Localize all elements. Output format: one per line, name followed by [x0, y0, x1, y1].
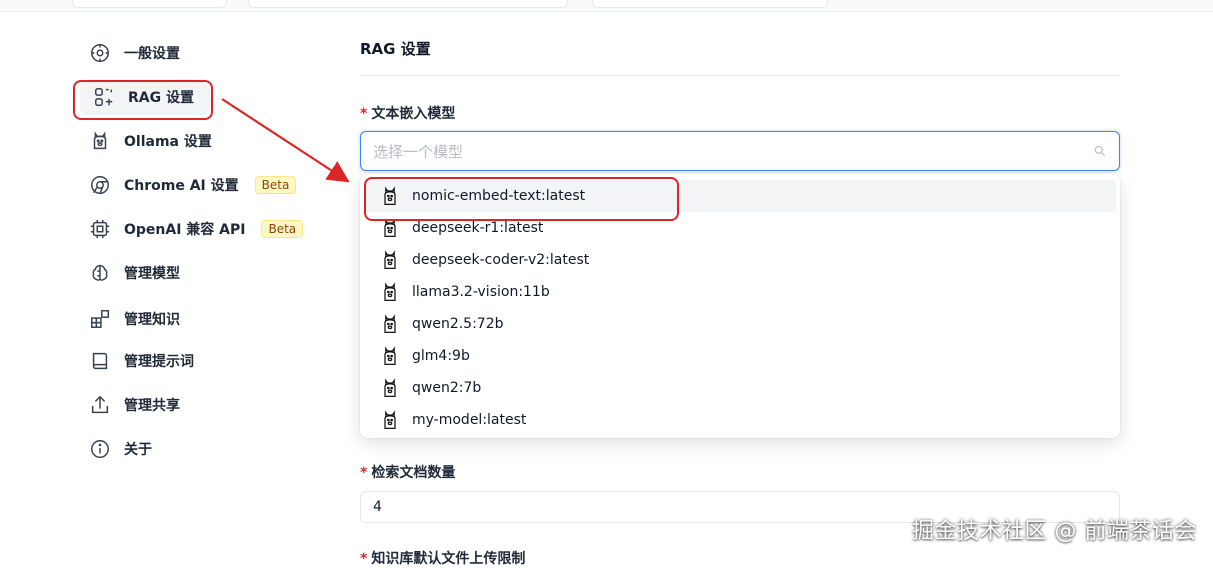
book-icon: [88, 349, 112, 373]
beta-badge: Beta: [254, 176, 297, 194]
llama-icon: [384, 378, 396, 397]
model-option-label: nomic-embed-text:latest: [412, 188, 586, 204]
sidebar-item-label: Ollama 设置: [124, 134, 212, 150]
settings-cog-icon: [88, 41, 112, 65]
llama-icon: [384, 314, 396, 333]
divider: [360, 75, 1120, 76]
model-option-label: qwen2:7b: [412, 380, 482, 396]
sidebar-item-openai-api[interactable]: OpenAI 兼容 API Beta: [88, 211, 308, 247]
blocks-icon: [88, 307, 112, 331]
required-mark: *: [360, 465, 368, 481]
sidebar-item-manage-knowledge[interactable]: 管理知识: [88, 301, 308, 337]
llama-icon: [384, 218, 396, 237]
model-dropdown: nomic-embed-text:latest deepseek-r1:lates…: [360, 174, 1120, 438]
sidebar-item-manage-sharing[interactable]: 管理共享: [88, 387, 308, 423]
toolbar-control[interactable]: [72, 0, 227, 8]
info-icon: [88, 437, 112, 461]
model-option-label: llama3.2-vision:11b: [412, 284, 550, 300]
select-placeholder: 选择一个模型: [373, 142, 464, 161]
sidebar-item-label: 管理知识: [124, 312, 180, 328]
sidebar-item-label: 管理模型: [124, 266, 180, 282]
upload-limit-label: * 知识库默认文件上传限制: [360, 551, 526, 567]
model-option[interactable]: my-model:latest: [364, 404, 1116, 436]
page-title: RAG 设置: [360, 40, 431, 58]
search-icon: [1094, 145, 1106, 157]
sidebar-item-manage-models[interactable]: 管理模型: [88, 255, 308, 291]
sidebar-item-chrome-ai[interactable]: Chrome AI 设置 Beta: [88, 167, 308, 203]
model-option-label: deepseek-coder-v2:latest: [412, 252, 590, 268]
sidebar-item-general[interactable]: 一般设置: [88, 35, 308, 71]
sidebar-item-about[interactable]: 关于: [88, 431, 308, 467]
model-option[interactable]: glm4:9b: [364, 340, 1116, 372]
llama-icon: [384, 346, 396, 365]
sidebar-item-label: 一般设置: [124, 46, 180, 62]
model-option[interactable]: deepseek-r1:latest: [364, 212, 1116, 244]
brain-icon: [88, 261, 112, 285]
model-option[interactable]: llama3.2-vision:11b: [364, 276, 1116, 308]
embedding-model-select[interactable]: 选择一个模型: [360, 131, 1120, 171]
rag-blocks-icon: [92, 85, 116, 109]
llama-icon: [384, 410, 396, 429]
model-option[interactable]: nomic-embed-text:latest: [364, 180, 1116, 212]
required-mark: *: [360, 106, 368, 122]
llama-icon: [384, 282, 396, 301]
watermark: 掘金技术社区 @ 前端茶话会: [912, 519, 1197, 544]
llama-icon: [384, 186, 396, 205]
llama-icon: [88, 129, 112, 153]
model-option[interactable]: qwen2.5:72b: [364, 308, 1116, 340]
toolbar-control[interactable]: [592, 0, 828, 8]
sidebar-item-label: 管理共享: [124, 398, 180, 414]
share-icon: [88, 393, 112, 417]
chip-icon: [88, 217, 112, 241]
sidebar-item-label: OpenAI 兼容 API: [124, 222, 246, 238]
llama-icon: [384, 250, 396, 269]
chrome-icon: [88, 173, 112, 197]
sidebar-item-rag[interactable]: RAG 设置: [80, 79, 210, 115]
embedding-model-label: * 文本嵌入模型: [360, 106, 456, 122]
top-toolbar: [0, 0, 1213, 12]
sidebar-item-manage-prompts[interactable]: 管理提示词: [88, 343, 308, 379]
sidebar-item-label: 关于: [124, 442, 152, 458]
sidebar-item-label: RAG 设置: [128, 90, 194, 106]
model-option-label: my-model:latest: [412, 412, 527, 428]
beta-badge: Beta: [261, 220, 304, 238]
required-mark: *: [360, 551, 368, 567]
toolbar-control[interactable]: [248, 0, 568, 8]
doc-count-label: * 检索文档数量: [360, 465, 456, 481]
model-option-label: glm4:9b: [412, 348, 470, 364]
sidebar-item-ollama[interactable]: Ollama 设置: [88, 123, 308, 159]
model-option[interactable]: qwen2:7b: [364, 372, 1116, 404]
model-option-label: deepseek-r1:latest: [412, 220, 544, 236]
sidebar-item-label: Chrome AI 设置: [124, 178, 239, 194]
model-option[interactable]: deepseek-coder-v2:latest: [364, 244, 1116, 276]
model-option-label: qwen2.5:72b: [412, 316, 504, 332]
sidebar-item-label: 管理提示词: [124, 354, 194, 370]
